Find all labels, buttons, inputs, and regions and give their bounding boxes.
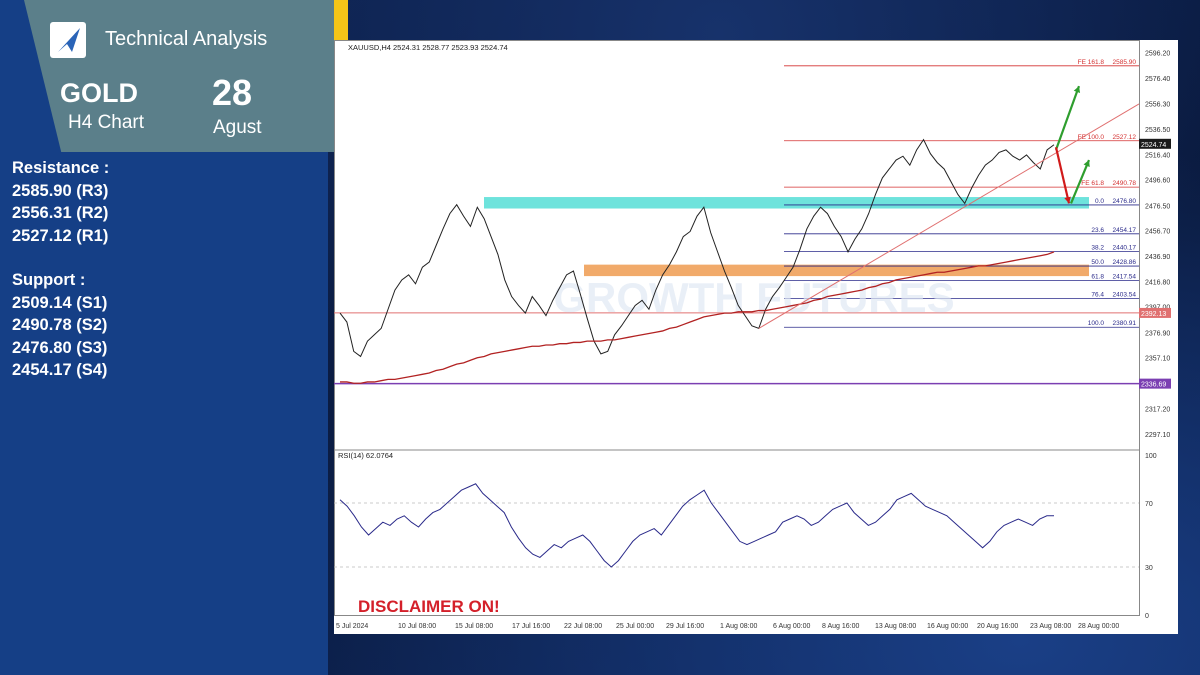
time-tick-label: 17 Jul 16:00 xyxy=(512,623,550,630)
fib-price-label: 2428.86 xyxy=(1113,259,1137,266)
support-s3: 2476.80 (S3) xyxy=(12,338,108,357)
rsi-panel: 100 70 30 0 xyxy=(334,453,1157,620)
resistance-r1: 2527.12 (R1) xyxy=(12,226,109,245)
time-tick-label: 6 Aug 00:00 xyxy=(773,623,810,630)
support-s2: 2490.78 (S2) xyxy=(12,316,108,334)
fib-price-label: 2440.17 xyxy=(1113,245,1137,252)
brand-logo-icon xyxy=(50,22,86,58)
time-tick-label: 5 Jul 2024 xyxy=(336,623,368,630)
price-tick-label: 2596.20 xyxy=(1145,51,1170,58)
time-tick-label: 13 Aug 08:00 xyxy=(875,623,916,630)
bullish-arrow xyxy=(1054,85,1081,151)
fib-level-label: FE 61.8 xyxy=(1081,180,1104,187)
time-axis: 5 Jul 2024 10 Jul 08:00 15 Jul 08:00 17 Jul… xyxy=(336,623,1119,630)
date-month: Agust xyxy=(213,117,262,138)
fib-level-label: 76.4 xyxy=(1091,291,1104,298)
resistance-r2: 2556.31 (R2) xyxy=(12,204,109,222)
price-tick-label: 2297.10 xyxy=(1145,432,1170,439)
fib-level-label: 100.0 xyxy=(1088,320,1105,327)
fib-level-label: 23.6 xyxy=(1091,227,1104,234)
price-tick-label: 2556.30 xyxy=(1145,102,1170,109)
current-price-label: 2524.74 xyxy=(1141,142,1166,149)
rsi-tick-label: 0 xyxy=(1145,613,1149,620)
resistance-title: Resistance : xyxy=(12,159,110,177)
price-tick-label: 2476.50 xyxy=(1145,203,1170,210)
time-tick-label: 8 Aug 16:00 xyxy=(822,623,859,630)
chart-horizontal-lines xyxy=(334,312,1139,385)
price-tick-label: 2317.20 xyxy=(1145,406,1170,413)
chart-grid xyxy=(334,40,1140,616)
support-title: Support : xyxy=(12,271,86,289)
rsi-tick-label: 30 xyxy=(1145,565,1153,572)
fib-level-label: 0.0 xyxy=(1095,198,1104,205)
price-series-line xyxy=(339,138,1055,358)
price-tag-label: 2392.13 xyxy=(1141,311,1166,318)
bearish-arrow xyxy=(1054,147,1071,204)
rsi-line xyxy=(339,483,1054,568)
chart-zones xyxy=(484,197,1089,277)
price-chart: FE 161.8 2585.90FE 100.0 2527.12FE 61.8 249… xyxy=(334,40,1171,630)
support-s4: 2454.17 (S4) xyxy=(12,361,108,379)
brand-title: Technical Analysis xyxy=(105,28,268,50)
time-tick-label: 23 Aug 08:00 xyxy=(1030,623,1071,630)
time-tick-label: 25 Jul 00:00 xyxy=(616,623,654,630)
price-tick-label: 2376.90 xyxy=(1145,330,1170,337)
fib-price-label: 2490.78 xyxy=(1113,180,1137,187)
time-tick-label: 22 Jul 08:00 xyxy=(564,623,602,630)
price-axis: 2596.20 2576.40 2556.30 2536.50 2516.40 2496.… xyxy=(1139,51,1171,439)
fib-price-label: 2417.54 xyxy=(1113,274,1137,281)
time-tick-label: 28 Aug 00:00 xyxy=(1078,623,1119,630)
levels-spacer xyxy=(12,247,109,269)
chart-frame: FE 161.8 2585.90 FE 100.0 2527.12 FE 61.8 249… xyxy=(334,40,1178,634)
price-tick-label: 2357.10 xyxy=(1145,356,1170,363)
price-tick-label: 2516.40 xyxy=(1145,152,1170,159)
date-day: 28 xyxy=(212,72,253,113)
fib-price-label: 2380.91 xyxy=(1113,320,1137,327)
price-tick-label: 2576.40 xyxy=(1145,76,1170,83)
price-tag-label: 2336.69 xyxy=(1141,382,1166,389)
time-tick-label: 29 Jul 16:00 xyxy=(666,623,704,630)
timeframe-label: H4 Chart xyxy=(68,112,145,133)
fib-price-label: 2476.80 xyxy=(1113,198,1137,205)
fib-level-label: 50.0 xyxy=(1091,259,1104,266)
time-tick-label: 20 Aug 16:00 xyxy=(977,623,1018,630)
support-s1: 2509.14 (S1) xyxy=(12,293,108,312)
time-tick-label: 15 Jul 08:00 xyxy=(455,623,493,630)
plot-border xyxy=(334,40,1140,616)
rsi-tick-label: 100 xyxy=(1145,453,1157,460)
fib-level-label: 61.8 xyxy=(1091,274,1104,281)
time-tick-label: 10 Jul 08:00 xyxy=(398,623,436,630)
fib-level-label: FE 161.8 xyxy=(1078,59,1105,66)
fib-price-label: 2585.90 xyxy=(1113,59,1137,66)
disclaimer-text: DISCLAIMER ON! xyxy=(358,597,500,616)
chart-title: XAUUSD,H4 2524.31 2528.77 2523.93 2524.7… xyxy=(348,43,508,52)
price-tick-label: 2456.70 xyxy=(1145,229,1170,236)
fib-price-label: 2403.54 xyxy=(1113,291,1137,298)
resistance-zone xyxy=(484,197,1089,209)
price-tick-label: 2496.60 xyxy=(1145,178,1170,185)
levels-list: Resistance : 2585.90 (R3) 2556.31 (R2) 2… xyxy=(12,157,109,382)
rsi-tick-label: 70 xyxy=(1145,501,1153,508)
time-tick-label: 1 Aug 08:00 xyxy=(720,623,757,630)
price-tick-label: 2436.90 xyxy=(1145,254,1170,261)
resistance-r3: 2585.90 (R3) xyxy=(12,181,109,200)
fib-price-label: 2527.12 xyxy=(1113,134,1137,141)
chart-series xyxy=(339,103,1140,384)
time-tick-label: 16 Aug 00:00 xyxy=(927,623,968,630)
fib-price-label: 2454.17 xyxy=(1113,227,1137,234)
price-tick-label: 2416.80 xyxy=(1145,279,1170,286)
symbol-title: GOLD xyxy=(60,78,138,108)
fib-level-label: 38.2 xyxy=(1091,245,1104,252)
rsi-label: RSI(14) 62.0764 xyxy=(338,451,393,460)
price-tick-label: 2536.50 xyxy=(1145,127,1170,134)
